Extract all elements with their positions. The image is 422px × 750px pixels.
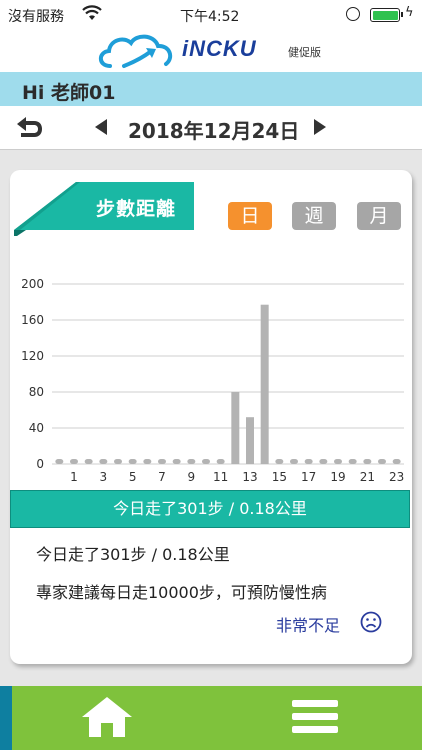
x-tick-label: 21 <box>360 470 375 484</box>
date-navigation: 2018年12月24日 <box>0 106 422 150</box>
chart-bar <box>392 459 401 464</box>
tab-day[interactable]: 日 <box>228 202 272 230</box>
summary-banner: 今日走了301步 / 0.18公里 <box>10 490 410 528</box>
clock: 下午4:52 <box>180 9 240 25</box>
y-tick-label: 80 <box>29 385 44 399</box>
tab-week[interactable]: 週 <box>292 202 336 230</box>
x-tick-label: 13 <box>242 470 257 484</box>
current-date: 2018年12月24日 <box>128 119 300 143</box>
chart-bar <box>363 459 372 464</box>
chart-bar <box>172 459 181 464</box>
x-tick-label: 9 <box>188 470 196 484</box>
chart-bar <box>290 459 298 464</box>
bottom-nav-bar <box>0 686 422 750</box>
status-text: 非常不足 <box>276 616 341 635</box>
home-icon[interactable] <box>80 695 134 739</box>
steps-bar-chart: 040801201602001 3 5 7 9 11 13 15 17 19 21 23 <box>21 277 404 484</box>
chart-bar <box>275 459 284 464</box>
x-tick-label: 17 <box>301 470 316 484</box>
cloud-logo-icon <box>98 34 173 68</box>
y-tick-label: 0 <box>36 457 44 471</box>
chart-bar <box>55 459 64 464</box>
status-bar: 沒有服務 下午4:52 ϟ <box>0 0 422 30</box>
wifi-icon <box>82 5 102 20</box>
back-arrow-icon[interactable] <box>14 116 44 140</box>
brand-header: iNCKU 健促版 <box>0 30 422 72</box>
x-tick-label: 1 <box>70 470 78 484</box>
y-tick-label: 160 <box>21 313 44 327</box>
summary-line: 今日走了301步 / 0.18公里 <box>36 545 230 564</box>
greeting-text: Hi 老師01 <box>22 82 116 104</box>
app-logo-text: iNCKU <box>182 36 257 61</box>
chart-bar <box>319 459 328 464</box>
sad-face-icon <box>360 611 382 633</box>
carrier-label: 沒有服務 <box>8 9 64 25</box>
y-tick-label: 200 <box>21 277 44 291</box>
chart-bar <box>143 459 152 464</box>
chart-bar <box>260 304 269 464</box>
advice-line: 專家建議每日走10000步，可預防慢性病 <box>36 583 327 602</box>
chart-bar <box>231 392 240 464</box>
chart-bar <box>84 459 93 464</box>
x-tick-label: 11 <box>213 470 228 484</box>
chart-bar <box>187 459 196 464</box>
battery-level <box>372 10 398 20</box>
charging-icon: ϟ <box>405 5 414 20</box>
x-tick-label: 19 <box>330 470 345 484</box>
chart-bar <box>128 459 137 464</box>
chart-bar <box>114 459 122 464</box>
x-tick-label: 7 <box>158 470 166 484</box>
y-tick-label: 120 <box>21 349 44 363</box>
next-day-button[interactable] <box>314 119 326 135</box>
battery-icon <box>370 8 403 22</box>
tab-month[interactable]: 月 <box>357 202 401 230</box>
chart-bar <box>70 459 78 464</box>
chart-bar <box>378 459 386 464</box>
chart-bar <box>202 459 210 464</box>
chart-bar <box>216 459 225 464</box>
x-tick-label: 5 <box>129 470 137 484</box>
chart-bar <box>304 459 313 464</box>
x-tick-label: 3 <box>100 470 108 484</box>
x-tick-label: 23 <box>389 470 404 484</box>
bottom-edge-accent <box>0 686 12 750</box>
rotation-lock-icon <box>346 7 360 21</box>
chart-bar <box>348 459 357 464</box>
card-title: 步數距離 <box>96 198 177 220</box>
hamburger-menu-icon[interactable] <box>292 700 338 739</box>
app-logo-subtitle: 健促版 <box>288 46 321 59</box>
x-tick-label: 15 <box>272 470 287 484</box>
chart-bar <box>334 459 342 464</box>
y-tick-label: 40 <box>29 421 44 435</box>
chart-bar <box>158 459 166 464</box>
greeting-bar: Hi 老師01 <box>0 72 422 106</box>
chart-bar <box>246 417 254 464</box>
previous-day-button[interactable] <box>95 119 107 135</box>
chart-bar <box>99 459 108 464</box>
card-title-ribbon: 步數距離 <box>14 180 194 236</box>
